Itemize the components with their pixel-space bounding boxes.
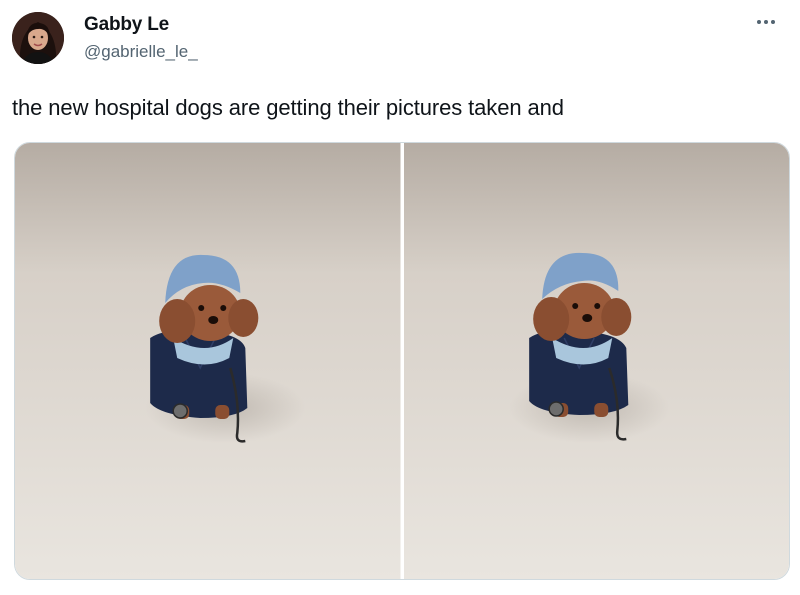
dog-in-scrubs-photo[interactable] [403,143,789,579]
dog-in-scrubs-photo[interactable] [15,143,401,579]
tweet: Gabby Le @gabrielle_le_ the new hospital… [0,0,800,595]
author-handle[interactable]: @gabrielle_le_ [84,42,198,62]
avatar[interactable] [12,12,64,64]
media-grid [14,142,790,580]
tweet-text: the new hospital dogs are getting their … [12,95,564,120]
author-display-name[interactable]: Gabby Le [84,14,169,36]
more-options-icon[interactable] [754,12,778,32]
